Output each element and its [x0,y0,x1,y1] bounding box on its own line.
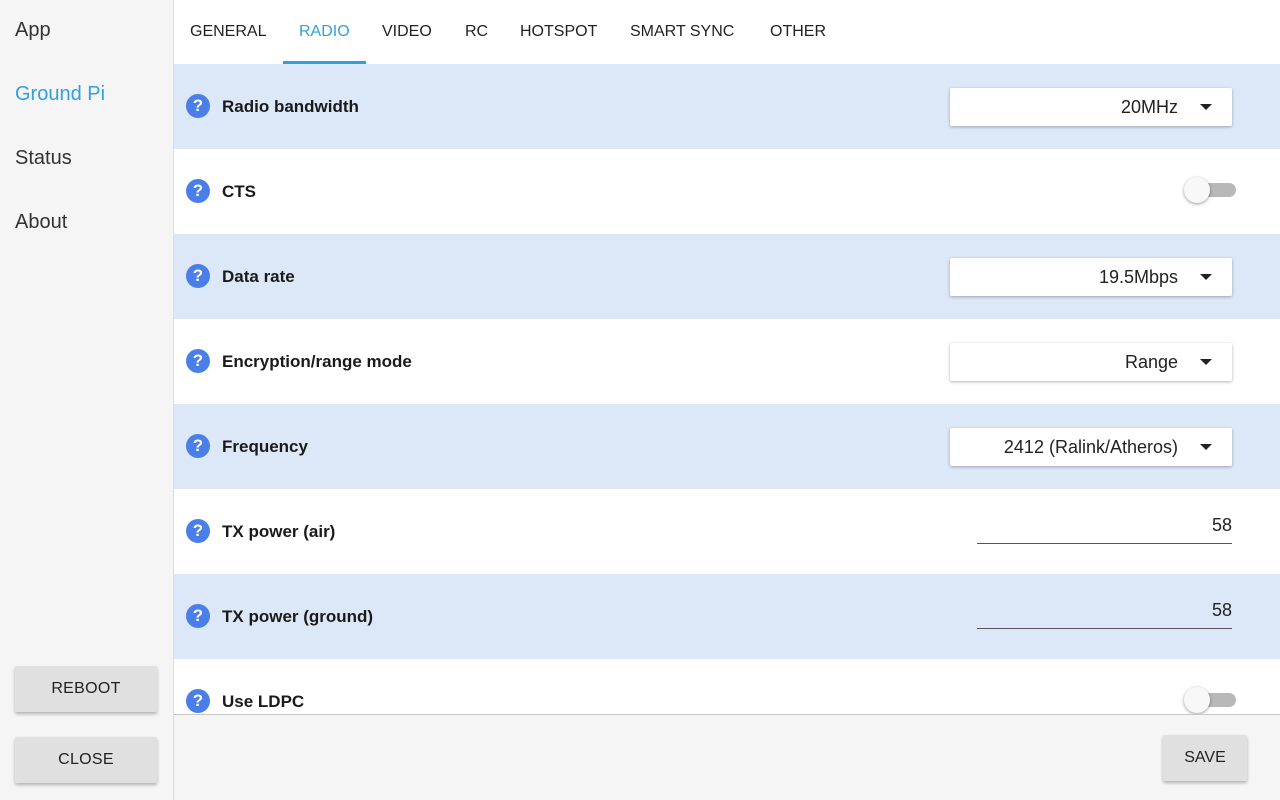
toggle-knob [1184,687,1210,713]
help-icon[interactable]: ? [186,604,210,628]
setting-row-data-rate: ? Data rate 19.5Mbps [174,234,1280,319]
sidebar-item-about[interactable]: About [15,211,67,234]
setting-label: Radio bandwidth [222,97,359,116]
caret-down-icon [1200,359,1212,365]
setting-row-frequency: ? Frequency 2412 (Ralink/Atheros) [174,404,1280,489]
setting-row-tx-power-ground: ? TX power (ground) [174,574,1280,659]
sidebar-item-status[interactable]: Status [15,147,72,170]
tx-power-ground-input[interactable] [977,592,1232,629]
frequency-dropdown[interactable]: 2412 (Ralink/Atheros) [950,428,1232,466]
data-rate-dropdown[interactable]: 19.5Mbps [950,258,1232,296]
encryption-range-mode-dropdown[interactable]: Range [950,343,1232,381]
reboot-button[interactable]: REBOOT [15,666,157,712]
close-button[interactable]: CLOSE [15,737,157,783]
dropdown-value: 20MHz [1120,97,1178,117]
tab-other[interactable]: OTHER [770,0,826,64]
tab-rc[interactable]: RC [465,0,488,64]
tab-smart-sync[interactable]: SMART SYNC [630,0,734,64]
caret-down-icon [1200,274,1212,280]
setting-row-encryption-range-mode: ? Encryption/range mode Range [174,319,1280,404]
setting-label: Data rate [222,267,295,286]
setting-row-cts: ? CTS [174,149,1280,234]
caret-down-icon [1200,104,1212,110]
help-icon[interactable]: ? [186,689,210,713]
tab-general[interactable]: GENERAL [190,0,266,64]
setting-row-use-ldpc: ? Use LDPC [174,659,1280,714]
help-icon[interactable]: ? [186,349,210,373]
setting-label: TX power (air) [222,522,336,541]
save-button[interactable]: SAVE [1163,735,1247,781]
tab-hotspot[interactable]: HOTSPOT [520,0,597,64]
setting-label: Use LDPC [222,692,305,711]
dropdown-value: 2412 (Ralink/Atheros) [1003,437,1178,457]
setting-label: Frequency [222,437,308,456]
toggle-knob [1184,177,1210,203]
sidebar: App Ground Pi Status About REBOOT CLOSE [0,0,174,800]
setting-row-radio-bandwidth: ? Radio bandwidth 20MHz [174,64,1280,149]
dropdown-value: 19.5Mbps [1098,267,1178,287]
sidebar-item-ground-pi[interactable]: Ground Pi [15,83,105,106]
help-icon[interactable]: ? [186,434,210,458]
setting-row-tx-power-air: ? TX power (air) [174,489,1280,574]
help-icon[interactable]: ? [186,519,210,543]
setting-label: Encryption/range mode [222,352,412,371]
settings-list[interactable]: ? Radio bandwidth 20MHz ? CTS ? Data rat… [174,64,1280,714]
tab-video[interactable]: VIDEO [382,0,432,64]
help-icon[interactable]: ? [186,179,210,203]
dropdown-value: Range [1124,352,1178,372]
help-icon[interactable]: ? [186,94,210,118]
footer-bar: SAVE [174,714,1280,800]
app-root: App Ground Pi Status About REBOOT CLOSE … [0,0,1280,800]
radio-bandwidth-dropdown[interactable]: 20MHz [950,88,1232,126]
cts-toggle[interactable] [1184,177,1236,203]
setting-label: CTS [222,182,256,201]
sidebar-item-app[interactable]: App [15,19,51,42]
caret-down-icon [1200,444,1212,450]
help-icon[interactable]: ? [186,264,210,288]
setting-label: TX power (ground) [222,607,374,626]
use-ldpc-toggle[interactable] [1184,687,1236,713]
tx-power-air-input[interactable] [977,507,1232,544]
tab-radio[interactable]: RADIO [283,0,366,64]
tab-bar: GENERAL RADIO VIDEO RC HOTSPOT SMART SYN… [174,0,1280,64]
